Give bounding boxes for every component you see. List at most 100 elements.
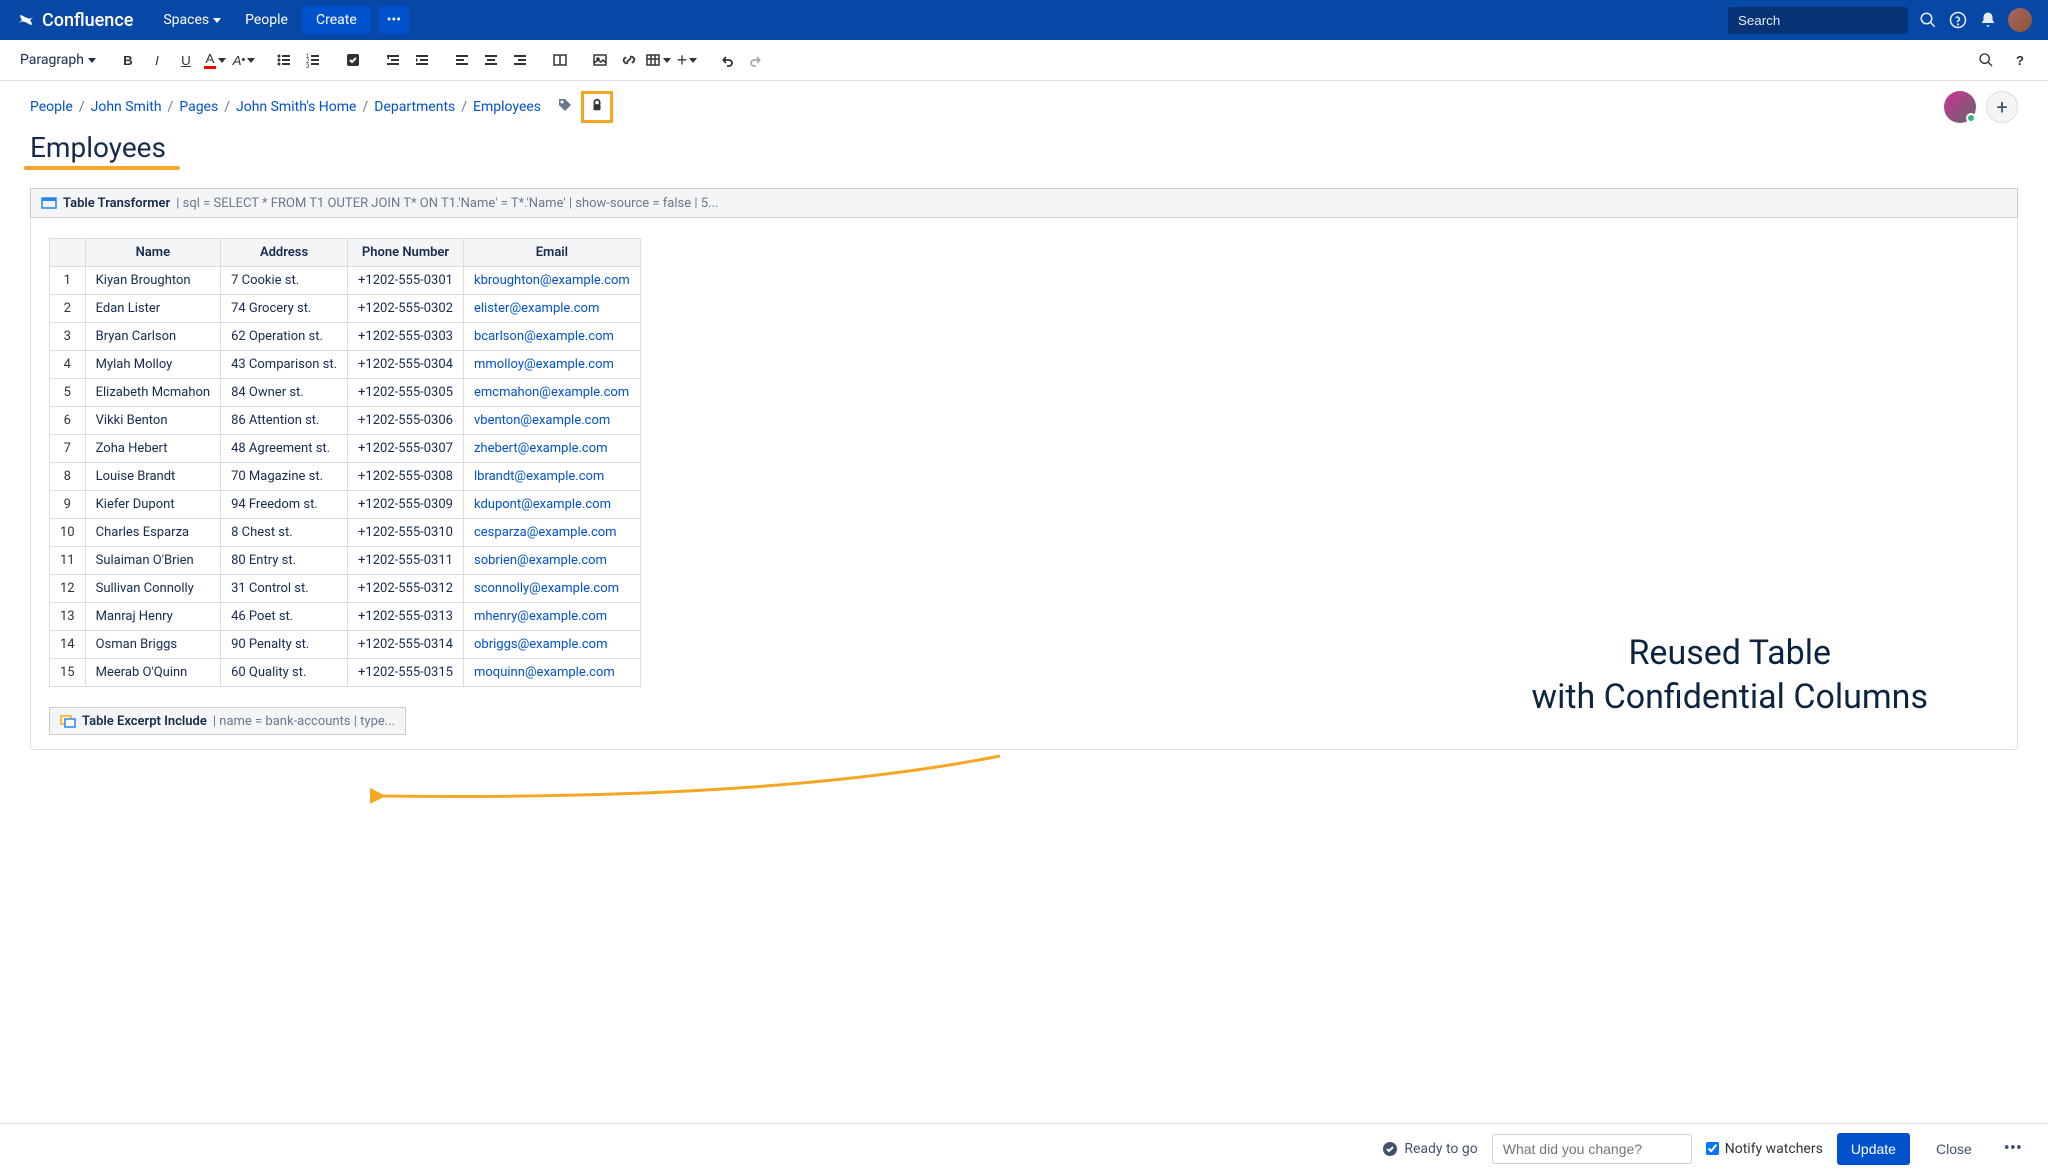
link-button[interactable]: [615, 46, 643, 74]
help-icon[interactable]: [1948, 10, 1968, 30]
image-button[interactable]: [586, 46, 614, 74]
page-author-avatar[interactable]: [1944, 91, 1976, 123]
help-button[interactable]: ?: [2006, 46, 2034, 74]
breadcrumb-link[interactable]: Pages: [179, 99, 218, 115]
cell-phone: +1202-555-0313: [348, 603, 464, 631]
cell-phone: +1202-555-0306: [348, 407, 464, 435]
tag-icon[interactable]: [557, 97, 573, 117]
email-link[interactable]: lbrandt@example.com: [474, 469, 604, 484]
cell-phone: +1202-555-0302: [348, 295, 464, 323]
outdent-button[interactable]: [379, 46, 407, 74]
more-formatting-button[interactable]: A•: [230, 46, 258, 74]
employees-table: NameAddressPhone NumberEmail 1Kiyan Brou…: [49, 238, 641, 687]
email-link[interactable]: zhebert@example.com: [474, 441, 608, 456]
email-link[interactable]: vbenton@example.com: [474, 413, 610, 428]
notify-watchers-checkbox[interactable]: Notify watchers: [1706, 1141, 1823, 1157]
notifications-icon[interactable]: [1978, 10, 1998, 30]
more-actions-button[interactable]: •••: [1998, 1134, 2028, 1163]
redo-button[interactable]: [742, 46, 770, 74]
macro-name: Table Transformer: [63, 196, 170, 211]
table-row: 14Osman Briggs90 Penalty st.+1202-555-03…: [50, 631, 641, 659]
underline-button[interactable]: U: [172, 46, 200, 74]
annotation-arrow-icon: [370, 751, 1010, 811]
confluence-logo[interactable]: Confluence: [16, 10, 133, 31]
table-header-cell: Name: [85, 239, 220, 267]
email-link[interactable]: cesparza@example.com: [474, 525, 617, 540]
align-left-button[interactable]: [448, 46, 476, 74]
cell-phone: +1202-555-0311: [348, 547, 464, 575]
find-button[interactable]: [1972, 46, 2000, 74]
cell-name: Edan Lister: [85, 295, 220, 323]
breadcrumb-link[interactable]: Departments: [374, 99, 455, 115]
create-button[interactable]: Create: [302, 6, 371, 34]
table-row: 3Bryan Carlson62 Operation st.+1202-555-…: [50, 323, 641, 351]
email-link[interactable]: obriggs@example.com: [474, 637, 607, 652]
cell-name: Louise Brandt: [85, 463, 220, 491]
bold-button[interactable]: B: [114, 46, 142, 74]
breadcrumb-link[interactable]: John Smith's Home: [236, 99, 356, 115]
bullet-list-button[interactable]: [270, 46, 298, 74]
align-right-button[interactable]: [506, 46, 534, 74]
update-button[interactable]: Update: [1837, 1133, 1910, 1165]
numbered-list-button[interactable]: 123: [299, 46, 327, 74]
email-link[interactable]: sobrien@example.com: [474, 553, 607, 568]
paragraph-style-select[interactable]: Paragraph: [14, 48, 102, 72]
excerpt-params: | name = bank-accounts | type...: [213, 714, 395, 729]
table-row: 6Vikki Benton86 Attention st.+1202-555-0…: [50, 407, 641, 435]
change-comment-input[interactable]: [1492, 1134, 1692, 1164]
user-avatar[interactable]: [2008, 8, 2032, 32]
restrictions-button[interactable]: [581, 91, 613, 123]
email-link[interactable]: mmolloy@example.com: [474, 357, 614, 372]
cell-name: Zoha Hebert: [85, 435, 220, 463]
cell-address: 62 Operation st.: [221, 323, 348, 351]
email-link[interactable]: kbroughton@example.com: [474, 273, 630, 288]
row-index: 11: [50, 547, 86, 575]
row-index: 14: [50, 631, 86, 659]
table-row: 1Kiyan Broughton7 Cookie st.+1202-555-03…: [50, 267, 641, 295]
nav-people[interactable]: People: [235, 6, 298, 34]
undo-button[interactable]: [713, 46, 741, 74]
email-link[interactable]: emcmahon@example.com: [474, 385, 629, 400]
page-title[interactable]: Employees: [30, 131, 166, 164]
cell-address: 74 Grocery st.: [221, 295, 348, 323]
breadcrumb-link[interactable]: John Smith: [91, 99, 162, 115]
layout-button[interactable]: [546, 46, 574, 74]
table-excerpt-include-macro[interactable]: Table Excerpt Include | name = bank-acco…: [49, 707, 406, 735]
cell-phone: +1202-555-0307: [348, 435, 464, 463]
nav-spaces[interactable]: Spaces: [153, 6, 231, 34]
table-header-cell: Address: [221, 239, 348, 267]
email-link[interactable]: bcarlson@example.com: [474, 329, 614, 344]
breadcrumb-link[interactable]: People: [30, 99, 73, 115]
email-link[interactable]: sconnolly@example.com: [474, 581, 619, 596]
email-link[interactable]: mhenry@example.com: [474, 609, 607, 624]
add-people-button[interactable]: +: [1986, 91, 2018, 123]
email-link[interactable]: kdupont@example.com: [474, 497, 611, 512]
task-list-button[interactable]: [339, 46, 367, 74]
annotation-text: Reused Table with Confidential Columns: [1532, 631, 1928, 719]
table-button[interactable]: [644, 46, 672, 74]
close-button[interactable]: Close: [1924, 1133, 1984, 1165]
cell-address: 46 Poet st.: [221, 603, 348, 631]
search-icon[interactable]: [1918, 10, 1938, 30]
table-row: 12Sullivan Connolly31 Control st.+1202-5…: [50, 575, 641, 603]
breadcrumb-link[interactable]: Employees: [473, 99, 541, 115]
check-circle-icon: [1382, 1141, 1398, 1157]
email-link[interactable]: moquinn@example.com: [474, 665, 615, 680]
footer-bar: Ready to go Notify watchers Update Close…: [0, 1123, 2048, 1173]
cell-address: 70 Magazine st.: [221, 463, 348, 491]
cell-address: 43 Comparison st.: [221, 351, 348, 379]
row-index: 5: [50, 379, 86, 407]
table-excerpt-icon: [60, 713, 76, 729]
text-color-button[interactable]: A: [201, 46, 229, 74]
search-input[interactable]: [1728, 7, 1908, 34]
macro-header[interactable]: Table Transformer | sql = SELECT * FROM …: [30, 188, 2018, 218]
align-center-button[interactable]: [477, 46, 505, 74]
email-link[interactable]: elister@example.com: [474, 301, 599, 316]
insert-more-button[interactable]: +: [673, 46, 701, 74]
table-row: 2Edan Lister74 Grocery st.+1202-555-0302…: [50, 295, 641, 323]
ready-status: Ready to go: [1382, 1141, 1477, 1157]
nav-more-button[interactable]: •••: [379, 6, 409, 34]
indent-button[interactable]: [408, 46, 436, 74]
row-index: 2: [50, 295, 86, 323]
italic-button[interactable]: I: [143, 46, 171, 74]
